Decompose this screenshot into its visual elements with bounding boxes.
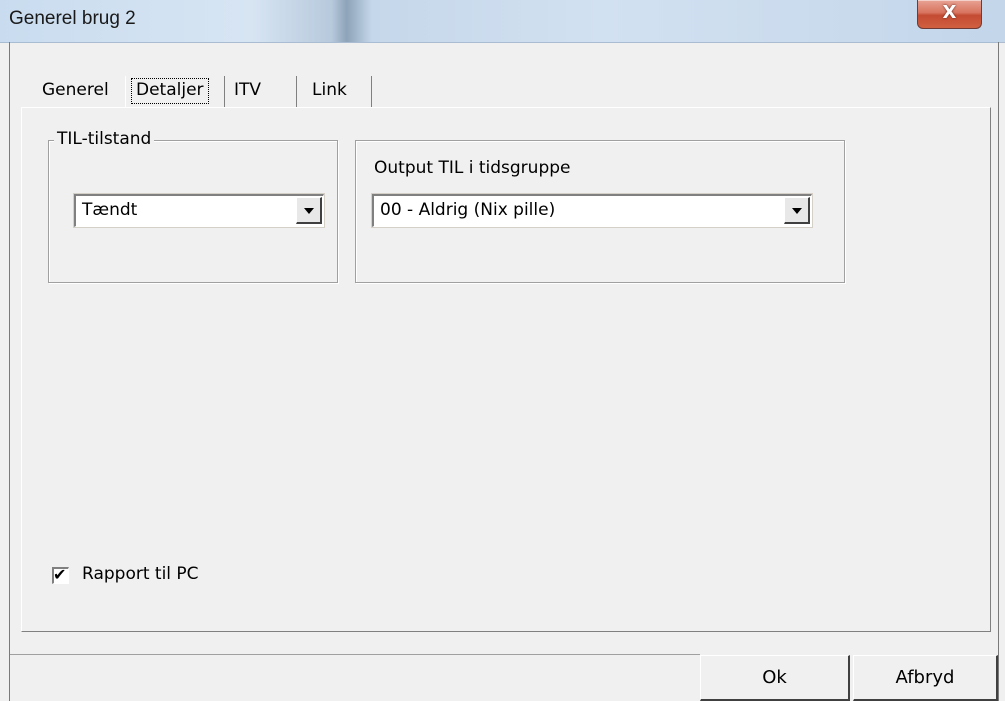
tab-link[interactable]: Link bbox=[312, 76, 347, 108]
tab-itv[interactable]: ITV bbox=[234, 76, 261, 108]
report-checkbox[interactable]: ✔ bbox=[52, 565, 69, 584]
checkmark-icon: ✔ bbox=[53, 565, 67, 584]
status-divider bbox=[10, 654, 700, 655]
arrow-down-icon bbox=[304, 208, 314, 214]
til-tilstand-value: Tændt bbox=[82, 200, 138, 220]
report-label: Rapport til PC bbox=[82, 564, 199, 584]
cancel-button[interactable]: Afbryd bbox=[853, 655, 998, 701]
tab-detaljer[interactable]: Detaljer bbox=[131, 78, 209, 104]
window-title: Generel brug 2 bbox=[9, 8, 136, 29]
output-til-label: Output TIL i tidsgruppe bbox=[374, 158, 571, 178]
til-tilstand-dropdown-button[interactable] bbox=[296, 197, 322, 224]
close-button[interactable]: X bbox=[917, 0, 982, 29]
window-frame-left bbox=[9, 42, 10, 701]
arrow-down-icon bbox=[792, 208, 802, 214]
til-tilstand-select[interactable]: Tændt bbox=[73, 193, 325, 228]
close-icon: X bbox=[942, 2, 957, 23]
output-til-dropdown-button[interactable] bbox=[784, 197, 810, 224]
til-tilstand-title: TIL-tilstand bbox=[54, 129, 155, 149]
tab-divider bbox=[296, 76, 297, 107]
title-bar: Generel brug 2 X bbox=[0, 0, 1005, 43]
tab-generel[interactable]: Generel bbox=[42, 76, 109, 108]
ok-button[interactable]: Ok bbox=[700, 655, 850, 701]
tab-divider bbox=[125, 76, 126, 107]
tab-divider bbox=[224, 76, 225, 107]
output-til-select[interactable]: 00 - Aldrig (Nix pille) bbox=[371, 193, 813, 228]
tab-divider bbox=[371, 76, 372, 107]
output-til-value: 00 - Aldrig (Nix pille) bbox=[380, 200, 556, 220]
window-frame-right bbox=[998, 42, 999, 701]
